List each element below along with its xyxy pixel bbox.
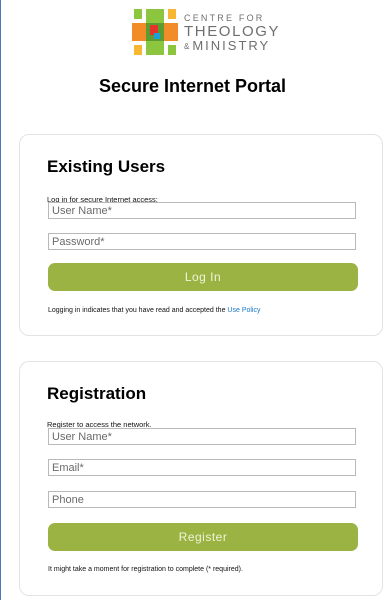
brand-ampersand: & [184,41,192,51]
login-password-input[interactable] [48,233,356,250]
registration-note: It might take a moment for registration … [48,566,243,573]
login-username-input[interactable] [48,202,356,219]
existing-users-card: Existing Users Log in for secure Interne… [19,134,383,336]
register-email-input[interactable] [48,459,356,476]
register-button[interactable]: Register [48,523,358,551]
cross-logo-icon [132,9,178,55]
page-title: Secure Internet Portal [98,76,287,96]
brand-line-2: THEOLOGY [184,23,281,40]
brand-line-3-text: MINISTRY [192,38,271,53]
brand-wordmark: CENTRE FOR THEOLOGY &MINISTRY [184,12,280,54]
login-button[interactable]: Log In [48,263,358,291]
brand-logo: CENTRE FOR THEOLOGY &MINISTRY [0,6,385,58]
register-phone-input[interactable] [48,491,356,508]
registration-card: Registration Register to access the netw… [19,361,383,596]
existing-users-heading: Existing Users [47,157,166,176]
use-policy-link[interactable]: Use Policy [227,307,260,314]
login-note: Logging in indicates that you have read … [48,307,261,314]
register-username-input[interactable] [48,428,356,445]
registration-heading: Registration [47,384,147,403]
brand-line-3: &MINISTRY [184,39,280,54]
login-note-text: Logging in indicates that you have read … [48,307,228,314]
